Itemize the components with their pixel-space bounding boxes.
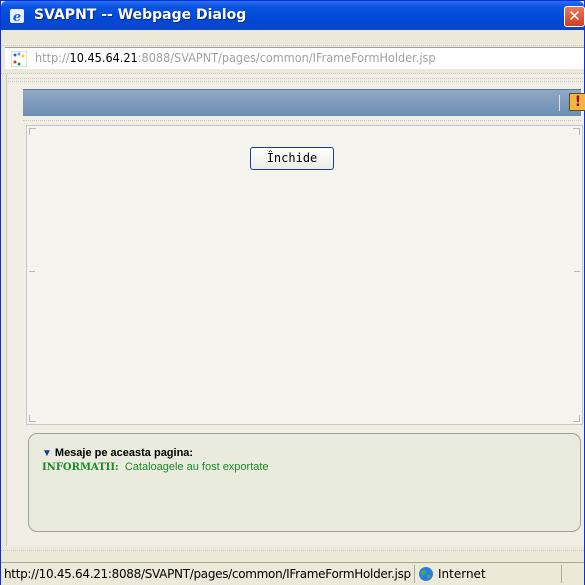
address-path: :8088/SVAPNT/pages/common/IFrameFormHold…	[137, 51, 436, 65]
status-url: http://10.45.64.21:8088/SVAPNT/pages/com…	[4, 567, 411, 581]
dialog-window: e SVAPNT -- Webpage Dialog ✕ http://10.4…	[0, 0, 585, 585]
alert-button[interactable]: !	[569, 93, 585, 111]
divider	[1, 45, 584, 46]
close-icon: ✕	[568, 7, 581, 25]
close-dialog-button[interactable]: Închide	[250, 147, 334, 170]
loading-page-icon	[11, 51, 27, 67]
status-separator	[414, 565, 415, 583]
divider	[6, 78, 583, 79]
edge-mark	[29, 271, 35, 278]
address-bar: http://10.45.64.21:8088/SVAPNT/pages/com…	[5, 47, 584, 69]
messages-header-label: Mesaje pe aceasta pagina:	[54, 447, 194, 459]
close-window-button[interactable]: ✕	[564, 6, 585, 27]
address-prefix: http://	[35, 51, 70, 65]
ie-icon: e	[10, 9, 24, 24]
address-host: 10.45.64.21	[69, 51, 138, 65]
svg-text:e: e	[13, 10, 21, 24]
corner-mark	[573, 415, 580, 422]
divider	[6, 81, 583, 82]
edge-mark	[574, 271, 580, 278]
divider	[23, 120, 581, 121]
window-title: SVAPNT -- Webpage Dialog	[34, 7, 247, 23]
address-url: http://10.45.64.21:8088/SVAPNT/pages/com…	[35, 51, 435, 65]
message-item: INFORMATII: Cataloagele au fost exportat…	[42, 461, 269, 473]
toolbar-separator	[559, 95, 560, 111]
toolbar: !	[23, 89, 585, 116]
status-bar: http://10.45.64.21:8088/SVAPNT/pages/com…	[1, 562, 584, 585]
corner-mark	[573, 128, 580, 135]
title-bar[interactable]: e SVAPNT -- Webpage Dialog ✕	[1, 1, 585, 30]
collapse-triangle-icon[interactable]: ▼	[42, 448, 52, 459]
corner-mark	[29, 128, 36, 135]
corner-mark	[29, 415, 36, 422]
form-panel: Închide	[26, 125, 583, 425]
message-type: INFORMATII:	[42, 462, 119, 473]
messages-header[interactable]: ▼ Mesaje pe aceasta pagina:	[42, 447, 193, 459]
resize-grip[interactable]	[561, 565, 584, 583]
messages-panel: ▼ Mesaje pe aceasta pagina: INFORMATII: C…	[28, 433, 581, 532]
security-zone: Internet	[438, 567, 486, 581]
message-text: Cataloagele au fost exportate	[124, 461, 269, 473]
divider	[1, 550, 584, 551]
globe-icon	[419, 567, 433, 581]
alert-icon: !	[574, 94, 582, 110]
